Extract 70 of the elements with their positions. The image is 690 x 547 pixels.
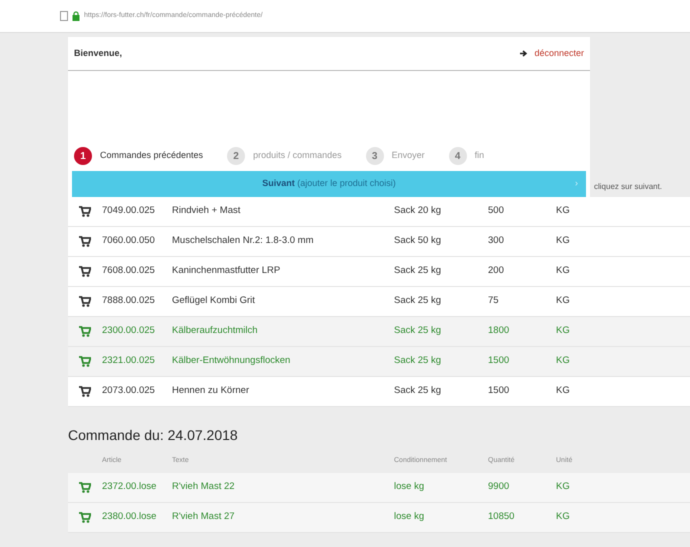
table-cell-text: 75 [488, 294, 500, 308]
step-number[interactable]: 4 [448, 147, 467, 165]
table-cell-text: R'vieh Mast 27 [172, 510, 236, 524]
table-cell-text: 7049.00.025 [102, 204, 156, 218]
table-cell-text: 7060.00.050 [102, 234, 156, 248]
table-cell-text: 7608.00.025 [102, 264, 156, 278]
table-row[interactable]: 2372.00.lose R'vieh Mast 22 lose kg 9900 KG [68, 473, 690, 503]
table-cell-text: KG [556, 294, 571, 308]
table-row[interactable]: 2300.00.025 Kälberaufzuchtmilch Sack 25 kg 1800 KG [68, 317, 690, 347]
table-cell-text: Muschelschalen Nr.2: 1.8-3.0 mm [172, 234, 315, 248]
table-cell-text: KG [556, 480, 571, 494]
section-heading: Commande du: 24.07.2018 [68, 426, 239, 445]
table-cell-text: Sack 50 kg [394, 234, 442, 248]
table-cell-text: Sack 25 kg [394, 294, 442, 308]
table-cell-text: KG [556, 510, 571, 524]
table-cell-text: Hennen zu Körner [172, 384, 250, 398]
cart-icon[interactable] [79, 296, 91, 307]
table-cell-text: lose kg [394, 510, 426, 524]
step-number[interactable]: 2 [227, 147, 246, 165]
instruction-text: cliquez sur suivant. [594, 182, 662, 191]
table-cell-text: KG [556, 324, 571, 338]
table-cell-text: 2300.00.025 [102, 324, 156, 338]
step-number[interactable]: 1 [74, 147, 92, 165]
table-cell-text: 10850 [488, 510, 516, 524]
page-icon [60, 11, 68, 21]
table-cell-text: 2372.00.lose [102, 480, 158, 494]
lock-icon [72, 11, 80, 21]
logout-link[interactable]: déconnecter [520, 46, 584, 60]
table-cell-text: Sack 20 kg [394, 204, 442, 218]
table-cell-text: Sack 25 kg [394, 264, 442, 278]
table-cell-text: 9900 [488, 480, 510, 494]
cart-icon[interactable] [79, 386, 91, 397]
next-button[interactable]: Suivant (ajouter le produit choisi) › [72, 171, 586, 197]
table-cell-text: KG [556, 234, 571, 248]
table-cell-text: 200 [488, 264, 505, 278]
step-label[interactable]: produits / commandes [253, 149, 342, 163]
table-cell-text: 7888.00.025 [102, 294, 156, 308]
greeting-text: Bienvenue, [74, 46, 122, 60]
table-cell-text: Kälberaufzuchtmilch [172, 324, 259, 338]
table-cell-text: KG [556, 264, 571, 278]
table-cell-text: Kälber-Entwöhnungsflocken [172, 354, 292, 368]
table-cell-text: 1800 [488, 324, 510, 338]
logout-icon [520, 50, 528, 57]
cart-icon[interactable] [79, 236, 91, 247]
table-cell-text: lose kg [394, 480, 426, 494]
table-cell-text: 2073.00.025 [102, 384, 156, 398]
table-cell-text: Sack 25 kg [394, 354, 442, 368]
table-cell-text: Sack 25 kg [394, 384, 442, 398]
table-row[interactable]: 2380.00.lose R'vieh Mast 27 lose kg 10850 KG [68, 503, 690, 533]
step-label[interactable]: Envoyer [392, 149, 425, 163]
table-cell-text: Sack 25 kg [394, 324, 442, 338]
table-cell-text: 300 [488, 234, 505, 248]
table-cell-text: 1500 [488, 354, 510, 368]
cart-icon[interactable] [79, 206, 91, 217]
table-cell-text: 500 [488, 204, 505, 218]
table-cell-text: KG [556, 384, 571, 398]
table-cell-text: 1500 [488, 384, 510, 398]
table-cell-text: 2380.00.lose [102, 510, 158, 524]
step-label[interactable]: fin [474, 149, 484, 163]
table-row[interactable]: 2321.00.025 Kälber-Entwöhnungsflocken Sack 25 kg 1500 KG [68, 347, 690, 377]
step-label[interactable]: Commandes précédentes [100, 149, 204, 163]
step-number[interactable]: 3 [366, 147, 384, 165]
cart-icon[interactable] [79, 266, 91, 277]
table-cell-text: KG [556, 354, 571, 368]
table-cell-text: Geflügel Kombi Grit [172, 294, 256, 308]
table-cell-text: 2321.00.025 [102, 354, 156, 368]
table-cell-text: Rindvieh + Mast [172, 204, 242, 218]
table-cell-text: R'vieh Mast 22 [172, 480, 236, 494]
table-cell-text: KG [556, 204, 571, 218]
table-cell-text: Kaninchenmastfutter LRP [172, 264, 282, 278]
